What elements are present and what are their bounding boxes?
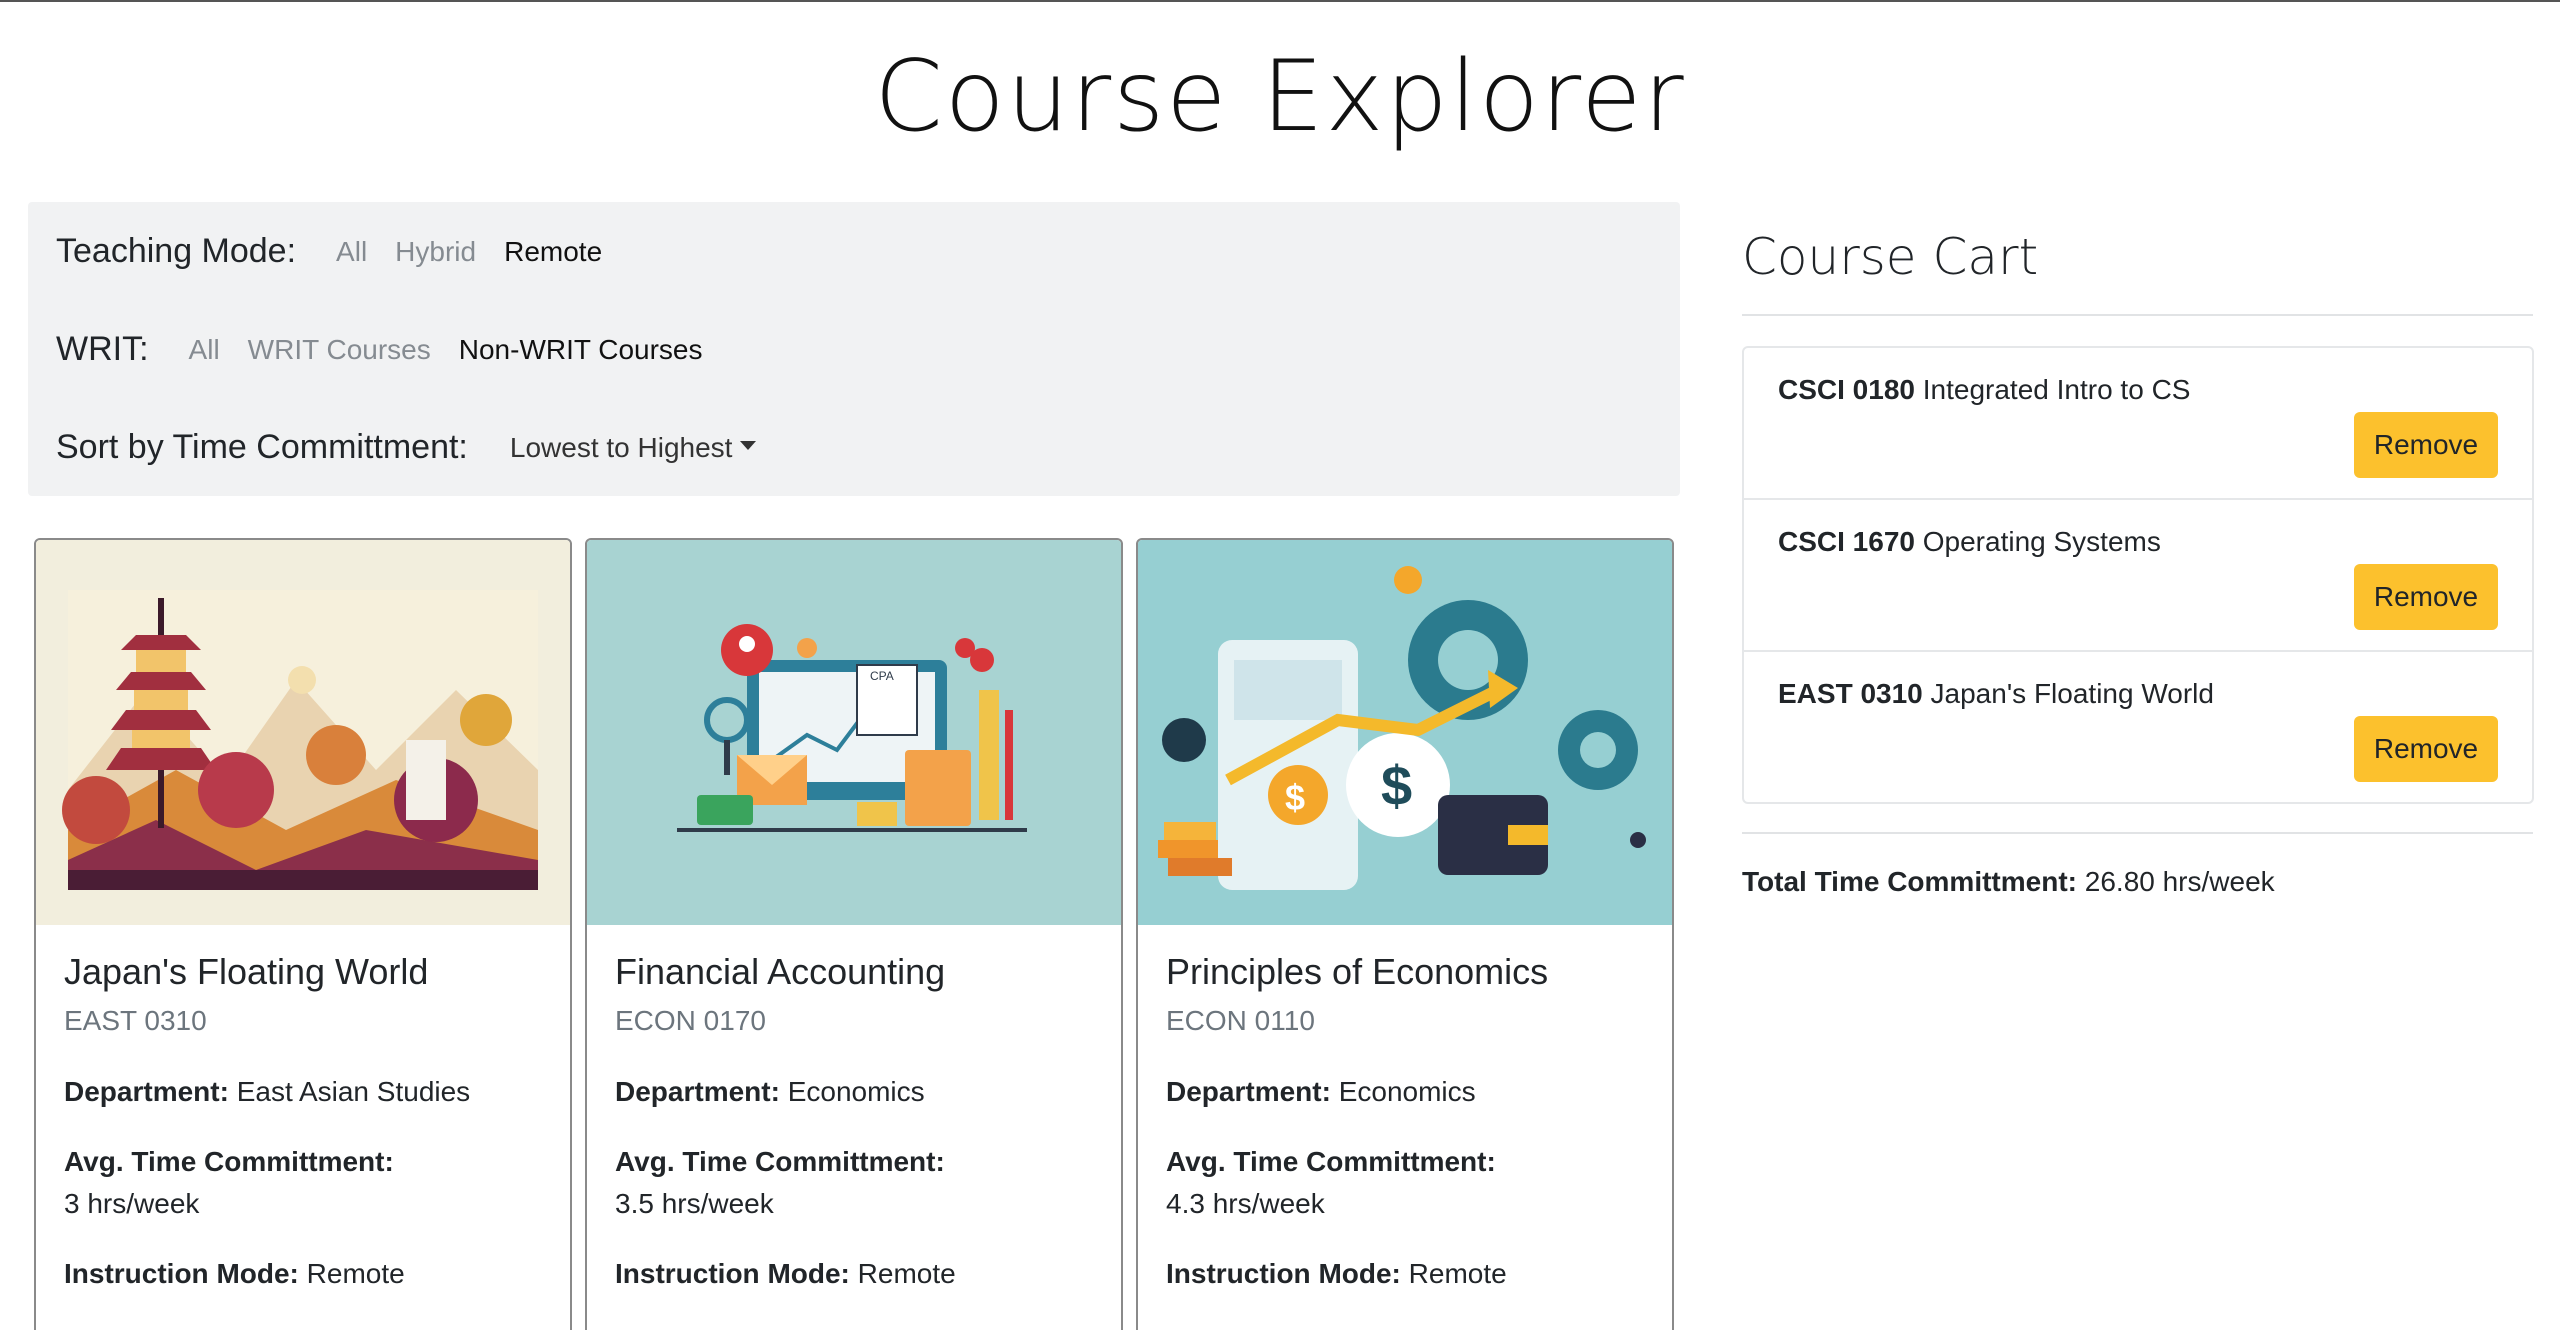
cart-item: EAST 0310 Japan's Floating World Remove: [1744, 652, 2532, 804]
course-department: Department: East Asian Studies: [64, 1076, 471, 1107]
course-time: Avg. Time Committment: 4.3 hrs/week: [1166, 1146, 1496, 1219]
pagoda-landscape-illustration: [36, 540, 570, 925]
page-title: Course Explorer: [874, 40, 1686, 154]
total-time-commitment: Total Time Committment: 26.80 hrs/week: [1742, 866, 2275, 897]
filter-panel: Teaching Mode: All Hybrid Remote WRIT: A…: [28, 202, 1680, 496]
cart-title-divider: [1742, 314, 2533, 316]
svg-text:$: $: [1381, 754, 1412, 817]
course-card[interactable]: $ $ Principles of Economics ECON 0110 De…: [1136, 538, 1674, 1330]
teaching-mode-all[interactable]: All: [336, 236, 367, 268]
sort-dropdown-value: Lowest to Highest: [509, 431, 733, 463]
cart-title: Course Cart: [1742, 228, 2039, 286]
cart-item-text: EAST 0310 Japan's Floating World: [1778, 678, 2214, 709]
cart-item: CSCI 0180 Integrated Intro to CS Remove: [1744, 348, 2532, 500]
teaching-mode-remote[interactable]: Remote: [504, 236, 602, 268]
sort-dropdown[interactable]: Lowest to Highest: [510, 432, 757, 464]
course-mode: Instruction Mode: Remote: [615, 1258, 956, 1289]
writ-courses[interactable]: WRIT Courses: [248, 334, 431, 366]
course-department: Department: Economics: [1166, 1076, 1476, 1107]
course-title: Financial Accounting: [615, 951, 946, 992]
course-time: Avg. Time Committment: 3 hrs/week: [64, 1146, 394, 1219]
teaching-mode-hybrid[interactable]: Hybrid: [395, 236, 476, 268]
writ-label: WRIT:: [56, 330, 149, 368]
top-border: [0, 0, 2560, 2]
cart-item: CSCI 1670 Operating Systems Remove: [1744, 500, 2532, 652]
course-card[interactable]: Japan's Floating World EAST 0310 Departm…: [34, 538, 572, 1330]
cart-total-divider: [1742, 832, 2533, 834]
writ-all[interactable]: All: [189, 334, 220, 366]
course-code: EAST 0310: [64, 1005, 207, 1036]
course-card[interactable]: CPA Financial Accounting ECON 0170 Depar…: [585, 538, 1123, 1330]
course-code: ECON 0170: [615, 1005, 766, 1036]
svg-text:$: $: [1285, 777, 1305, 818]
sort-row: Sort by Time Committment: Lowest to High…: [56, 428, 757, 467]
teaching-mode-filter: Teaching Mode: All Hybrid Remote: [56, 232, 630, 271]
sort-label: Sort by Time Committment:: [56, 428, 468, 466]
cart-item-text: CSCI 0180 Integrated Intro to CS: [1778, 374, 2191, 405]
remove-button[interactable]: Remove: [2354, 716, 2498, 782]
course-title: Principles of Economics: [1166, 951, 1549, 992]
remove-button[interactable]: Remove: [2354, 412, 2498, 478]
svg-text:CPA: CPA: [870, 669, 894, 683]
economics-illustration: $ $: [1138, 540, 1672, 925]
remove-button[interactable]: Remove: [2354, 564, 2498, 630]
cart-item-text: CSCI 1670 Operating Systems: [1778, 526, 2161, 557]
course-code: ECON 0110: [1166, 1005, 1315, 1036]
accounting-illustration: CPA: [587, 540, 1121, 925]
writ-non-writ-courses[interactable]: Non-WRIT Courses: [459, 334, 703, 366]
course-time: Avg. Time Committment: 3.5 hrs/week: [615, 1146, 945, 1219]
course-mode: Instruction Mode: Remote: [64, 1258, 405, 1289]
teaching-mode-label: Teaching Mode:: [56, 232, 297, 270]
course-mode: Instruction Mode: Remote: [1166, 1258, 1507, 1289]
course-department: Department: Economics: [615, 1076, 925, 1107]
chevron-down-icon: [740, 441, 757, 450]
course-title: Japan's Floating World: [64, 951, 429, 992]
cart-list: CSCI 0180 Integrated Intro to CS Remove …: [1742, 346, 2534, 804]
writ-filter: WRIT: All WRIT Courses Non-WRIT Courses: [56, 330, 731, 369]
